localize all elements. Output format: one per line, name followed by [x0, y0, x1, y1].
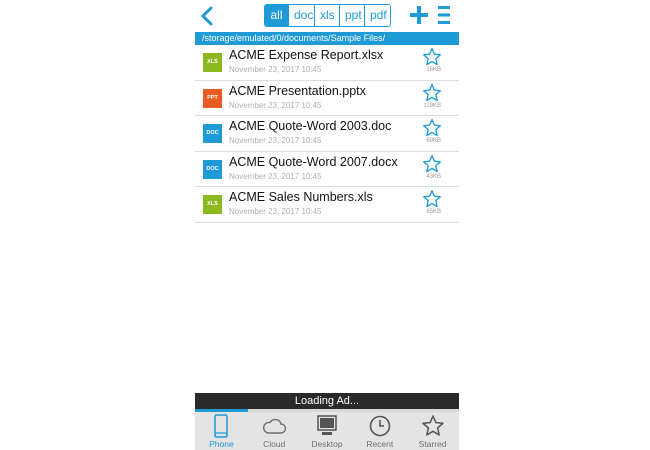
star-outline-icon — [423, 83, 441, 101]
file-row[interactable]: DOC ACME Quote-Word 2007.docx November 2… — [195, 152, 459, 187]
phone-icon — [214, 414, 229, 438]
file-name: ACME Sales Numbers.xls — [229, 190, 373, 204]
doc-file-icon: DOC — [203, 124, 222, 143]
nav-cloud[interactable]: Cloud — [248, 412, 301, 450]
desktop-icon — [317, 415, 337, 435]
nav-label: Starred — [418, 439, 447, 449]
file-list: XLS ACME Expense Report.xlsx November 23… — [195, 45, 459, 223]
star-button[interactable] — [422, 118, 442, 138]
app-window: all doc xls ppt pdf /storage/emulated/0/… — [195, 0, 459, 450]
file-size: 16KB — [426, 67, 441, 73]
file-size: 69KB — [426, 138, 441, 144]
file-name: ACME Quote-Word 2003.doc — [229, 119, 392, 133]
file-type-filter: all doc xls ppt pdf — [264, 4, 391, 27]
file-date: November 23, 2017 10:45 — [229, 136, 322, 145]
doc-file-icon: DOC — [203, 159, 222, 179]
xls-file-icon: XLS — [203, 195, 222, 214]
filter-ppt[interactable]: ppt — [340, 5, 365, 26]
file-date: November 23, 2017 10:45 — [229, 207, 322, 216]
bottom-navigation: Phone Cloud Desktop Recent Starred — [195, 412, 459, 450]
nav-label: Phone — [209, 439, 234, 449]
cloud-icon — [263, 418, 287, 434]
filter-all[interactable]: all — [265, 5, 289, 26]
file-name: ACME Expense Report.xlsx — [229, 48, 384, 62]
xls-file-icon: XLS — [203, 53, 222, 72]
file-size: 85KB — [426, 209, 441, 215]
star-icon — [421, 415, 444, 436]
file-date: November 23, 2017 10:45 — [229, 171, 322, 181]
nav-phone[interactable]: Phone — [195, 412, 248, 450]
file-size: 43KB — [426, 173, 441, 180]
filter-xls[interactable]: xls — [315, 5, 340, 26]
star-button[interactable] — [422, 47, 442, 67]
menu-button[interactable] — [438, 6, 450, 24]
chevron-left-icon — [201, 6, 213, 26]
nav-starred[interactable]: Starred — [406, 412, 459, 450]
file-size: 119KB — [423, 102, 441, 109]
file-row[interactable]: PPT ACME Presentation.pptx November 23, … — [195, 81, 459, 116]
star-button[interactable] — [422, 189, 442, 209]
header-toolbar: all doc xls ppt pdf — [195, 0, 459, 32]
nav-recent[interactable]: Recent — [353, 412, 406, 450]
path-breadcrumb: /storage/emulated/0/documents/Sample Fil… — [195, 32, 459, 45]
plus-icon — [410, 6, 428, 24]
nav-desktop[interactable]: Desktop — [301, 412, 354, 450]
file-name: ACME Quote-Word 2007.docx — [229, 154, 398, 169]
nav-label: Cloud — [263, 439, 286, 449]
star-outline-icon — [423, 190, 441, 208]
file-row[interactable]: DOC ACME Quote-Word 2003.doc November 23… — [195, 116, 459, 152]
filter-doc[interactable]: doc — [289, 5, 315, 26]
hamburger-menu-icon — [438, 6, 450, 24]
file-row[interactable]: XLS ACME Expense Report.xlsx November 23… — [195, 45, 459, 81]
ad-banner[interactable]: Loading Ad... — [195, 393, 459, 409]
ppt-file-icon: PPT — [203, 88, 222, 108]
nav-label: Recent — [366, 439, 394, 449]
file-date: November 23, 2017 10:45 — [229, 65, 322, 74]
file-name: ACME Presentation.pptx — [229, 83, 366, 98]
file-row[interactable]: XLS ACME Sales Numbers.xls November 23, … — [195, 187, 459, 223]
add-button[interactable] — [409, 5, 429, 25]
star-button[interactable] — [422, 154, 442, 174]
back-button[interactable] — [198, 4, 218, 28]
star-outline-icon — [423, 119, 441, 137]
star-outline-icon — [423, 48, 441, 66]
clock-icon — [369, 415, 391, 437]
star-outline-icon — [423, 154, 441, 172]
filter-pdf[interactable]: pdf — [365, 5, 390, 26]
nav-label: Desktop — [311, 439, 343, 449]
file-date: November 23, 2017 10:45 — [229, 100, 322, 110]
star-button[interactable] — [422, 83, 442, 103]
